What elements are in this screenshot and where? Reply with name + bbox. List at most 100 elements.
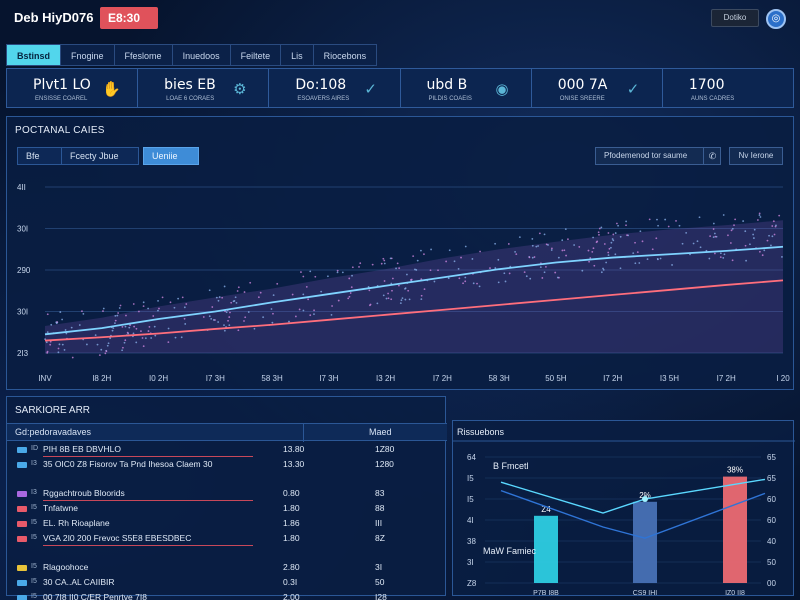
scatter-point xyxy=(383,259,386,262)
stat-card-1[interactable]: Plvt1 LO ENSISSE COAREL ✋ xyxy=(7,69,139,107)
table-row[interactable]: I5 VGA 2I0 200 Frevoc S5E8 EBESDBEC 1.80 8Z xyxy=(7,532,447,547)
table-col-value[interactable]: Maed xyxy=(369,427,392,437)
scatter-point xyxy=(46,331,49,334)
scatter-point xyxy=(416,259,419,262)
stat-card-3[interactable]: Do:108 ESOAVERS AIRES ✓ xyxy=(269,69,401,107)
scatter-point xyxy=(70,326,73,329)
scatter-point xyxy=(288,320,290,323)
scatter-point xyxy=(656,218,658,221)
stat-card-6[interactable]: 1700 AUNS CADRES xyxy=(663,69,793,107)
row-num: 0.80 xyxy=(283,488,300,498)
scatter-point xyxy=(681,242,684,245)
y-tick-right: 00 xyxy=(767,579,776,588)
scatter-point xyxy=(766,239,769,242)
table-row[interactable]: I5 Tnfatwne 1.80 88 xyxy=(7,502,447,517)
bar[interactable] xyxy=(633,501,657,583)
scatter-point xyxy=(408,298,411,301)
table-col-name[interactable]: Gd:pedoravadaves xyxy=(15,427,91,437)
bar[interactable] xyxy=(723,476,747,583)
scatter-point xyxy=(135,327,138,330)
scatter-point xyxy=(722,214,725,216)
scatter-point xyxy=(770,244,772,247)
table-row[interactable]: I5 30 CA..AL CAIIBIR 0.3I 50 xyxy=(7,576,447,591)
scatter-point xyxy=(685,231,688,234)
scatter-point xyxy=(57,351,60,354)
scatter-point xyxy=(537,245,539,247)
chart-panel: 2I3 30I 290 30I 4II INV I8 2H I0 2H I7 3H 58 3H I7… xyxy=(6,116,794,390)
phone-icon[interactable]: ✆ xyxy=(703,147,721,165)
x-tick-label: I3 5H xyxy=(660,374,679,383)
y-tick-left: Z8 xyxy=(467,579,477,588)
scatter-point xyxy=(114,322,116,325)
tab-2[interactable]: Fnogine xyxy=(60,44,114,66)
scatter-point xyxy=(336,269,339,272)
tab-5[interactable]: Feiltete xyxy=(229,44,281,66)
tab-7[interactable]: Riocebons xyxy=(312,44,378,66)
y-tick-left: I5 xyxy=(467,495,474,504)
x-tick-label: I7 3H xyxy=(319,374,338,383)
scatter-point xyxy=(122,346,124,349)
stat-card-5[interactable]: 000 7A ONISE SREERE ✓ xyxy=(532,69,663,107)
header-button[interactable]: Dotiko xyxy=(711,9,759,27)
header-badge[interactable]: E8:30 xyxy=(100,7,158,29)
row-num: 2.00 xyxy=(283,592,300,600)
x-tick-label: I7 3H xyxy=(206,374,225,383)
scatter-point xyxy=(257,296,260,299)
user-icon[interactable]: ◎ xyxy=(766,9,786,29)
table-row[interactable]: I5 00 7I8 II0 C/ER Penrtve 7I8 2.00 I28 xyxy=(7,591,447,600)
y-tick-right: 65 xyxy=(767,453,776,462)
check-icon: ✓ xyxy=(364,81,377,98)
scatter-point xyxy=(105,350,108,353)
scatter-point xyxy=(385,297,388,300)
filter-1[interactable]: Bfe xyxy=(17,147,63,165)
table-row[interactable]: ID PIH 8B EB DBVHLO 13.80 1Z80 xyxy=(7,443,447,458)
stat-card-4[interactable]: ubd B PILDIS COAEIS ◉ xyxy=(401,69,532,107)
x-tick-label: I3 2H xyxy=(376,374,395,383)
table-col-divider xyxy=(303,424,304,442)
row-id: I5 xyxy=(31,504,37,511)
scatter-point xyxy=(535,245,538,248)
tab-6[interactable]: Lis xyxy=(280,44,313,66)
scatter-point xyxy=(775,224,777,227)
scatter-point xyxy=(169,301,172,304)
y-tick-left: I5 xyxy=(467,474,474,483)
tab-4[interactable]: Inuedoos xyxy=(171,44,230,66)
scatter-point xyxy=(713,232,716,235)
scatter-point xyxy=(678,224,681,227)
line-point[interactable] xyxy=(642,496,648,502)
stat-value: bies EB xyxy=(164,77,216,93)
scatter-point xyxy=(709,235,712,238)
scatter-point xyxy=(561,239,564,242)
chart-side-button[interactable]: Nv Ierone xyxy=(729,147,783,165)
scatter-point xyxy=(404,298,407,301)
scatter-point xyxy=(600,271,603,274)
table-body: ID PIH 8B EB DBVHLO 13.80 1Z80 I3 35 OIC0 Z8 … xyxy=(7,443,447,600)
row-color-marker xyxy=(17,536,27,542)
filter-2[interactable]: Fcecty Jbue xyxy=(61,147,139,165)
table-row[interactable]: I3 35 OIC0 Z8 Fisorov Ta Pnd Ihesoa Claem… xyxy=(7,458,447,473)
stat-card-2[interactable]: bies EB LOAE 6 CORAES ⚙ xyxy=(138,69,270,107)
tab-1[interactable]: Bstinsd xyxy=(6,44,61,66)
row-id: I3 xyxy=(31,460,37,467)
tab-3[interactable]: Ffeslome xyxy=(113,44,172,66)
filter-3[interactable]: Ueniie xyxy=(143,147,199,165)
scatter-point xyxy=(337,299,340,302)
stat-caption: ONISE SREERE xyxy=(559,96,605,102)
scatter-point xyxy=(235,301,238,304)
bar[interactable] xyxy=(534,515,558,583)
table-row[interactable]: I5 EL. Rh Rioaplane 1.86 III xyxy=(7,517,447,532)
scatter-point xyxy=(471,258,474,260)
scatter-point xyxy=(744,230,747,233)
table-row[interactable]: I3 Rggachtroub Bloorids 0.80 83 xyxy=(7,487,447,502)
scatter-point xyxy=(404,287,407,289)
scatter-point xyxy=(561,249,564,252)
table-row[interactable]: I5 Rlagoohoce 2.80 3I xyxy=(7,561,447,576)
scatter-point xyxy=(350,286,353,289)
scatter-point xyxy=(781,256,783,258)
y-tick-label: 30I xyxy=(17,308,28,317)
scatter-point xyxy=(271,321,274,324)
scatter-point xyxy=(305,286,308,288)
x-tick-label: I7 2H xyxy=(433,374,452,383)
row-label: 30 CA..AL CAIIBIR xyxy=(43,577,115,587)
scatter-point xyxy=(667,225,670,228)
